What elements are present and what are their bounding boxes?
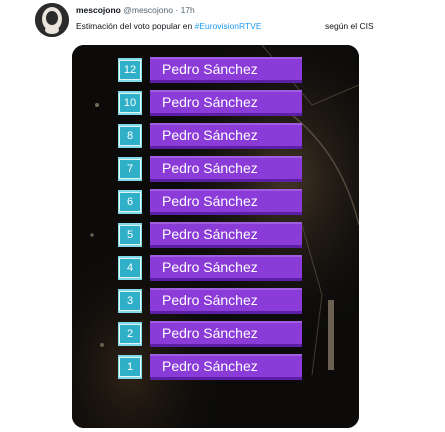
rank-box: 1 xyxy=(118,355,142,379)
rank-number: 5 xyxy=(119,225,141,245)
header-separator: · xyxy=(175,5,179,15)
rank-box: 2 xyxy=(118,322,142,346)
tweet-text: Estimación del voto popular en #Eurovisi… xyxy=(76,20,396,32)
rank-number: 1 xyxy=(119,357,141,377)
candidate-name: Pedro Sánchez xyxy=(150,57,302,83)
rank-box: 5 xyxy=(118,223,142,247)
candidate-name: Pedro Sánchez xyxy=(150,123,302,149)
rank-number: 10 xyxy=(119,93,141,113)
tweet-header: mescojono @mescojono · 17h xyxy=(76,4,195,16)
rank-box: 7 xyxy=(118,157,142,181)
avatar[interactable] xyxy=(35,3,69,37)
rank-number: 2 xyxy=(119,324,141,344)
profile-avatar-icon xyxy=(35,3,69,37)
display-name[interactable]: mescojono xyxy=(76,5,121,15)
rank-box: 3 xyxy=(118,289,142,313)
rank-number: 7 xyxy=(119,159,141,179)
candidate-name: Pedro Sánchez xyxy=(150,189,302,215)
rank-number: 3 xyxy=(119,291,141,311)
rank-box: 4 xyxy=(118,256,142,280)
tweet-media-image[interactable]: 12 Pedro Sánchez 10 Pedro Sánchez 8 Pedro Sán… xyxy=(72,45,359,428)
candidate-name: Pedro Sánchez xyxy=(150,156,302,182)
rank-box: 10 xyxy=(118,91,142,115)
candidate-name: Pedro Sánchez xyxy=(150,222,302,248)
rank-box: 12 xyxy=(118,58,142,82)
rank-number: 12 xyxy=(119,60,141,80)
rank-number: 8 xyxy=(119,126,141,146)
candidate-name: Pedro Sánchez xyxy=(150,321,302,347)
rank-number: 6 xyxy=(119,192,141,212)
tweet-time[interactable]: 17h xyxy=(181,5,195,15)
candidate-name: Pedro Sánchez xyxy=(150,354,302,380)
rank-box: 8 xyxy=(118,124,142,148)
user-handle[interactable]: @mescojono xyxy=(123,5,173,15)
tweet-text-before: Estimación del voto popular en xyxy=(76,21,193,31)
rank-number: 4 xyxy=(119,258,141,278)
candidate-name: Pedro Sánchez xyxy=(150,288,302,314)
tweet-text-after: según el CIS xyxy=(325,21,374,31)
rank-box: 6 xyxy=(118,190,142,214)
hashtag-link[interactable]: #EurovisionRTVE xyxy=(195,21,262,31)
candidate-name: Pedro Sánchez xyxy=(150,90,302,116)
candidate-name: Pedro Sánchez xyxy=(150,255,302,281)
